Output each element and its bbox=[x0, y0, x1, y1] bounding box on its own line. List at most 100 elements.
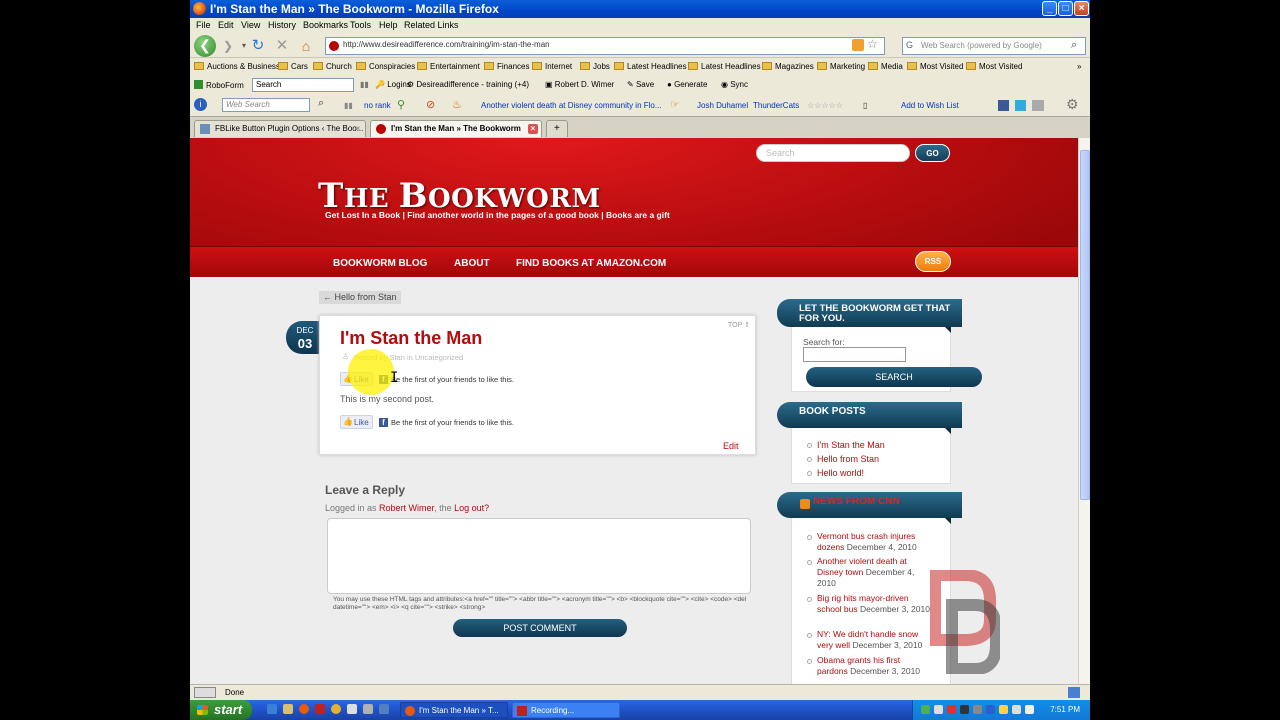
back-button[interactable]: ❮ bbox=[194, 35, 216, 57]
post-title[interactable]: I'm Stan the Man bbox=[340, 328, 482, 349]
home-icon[interactable]: ⌂ bbox=[296, 37, 316, 55]
tray-icon[interactable] bbox=[973, 705, 982, 714]
search-icon[interactable]: ⌕ bbox=[1071, 39, 1077, 52]
sidebar-post-link[interactable]: Hello from Stan bbox=[817, 454, 879, 464]
generate-button[interactable]: ● Generate bbox=[667, 80, 707, 89]
menu-edit[interactable]: Edit bbox=[218, 20, 234, 30]
block-icon[interactable]: ⊘ bbox=[426, 98, 435, 111]
roboform-search-input[interactable]: Search bbox=[252, 78, 354, 92]
status-icon[interactable] bbox=[194, 687, 216, 698]
sidebar-post-link[interactable]: I'm Stan the Man bbox=[817, 440, 885, 450]
top-link[interactable]: TOP ⇑ bbox=[728, 321, 750, 329]
minimize-button[interactable]: _ bbox=[1042, 1, 1057, 16]
link-icon[interactable]: ⚲ bbox=[397, 98, 405, 111]
sync-button[interactable]: ◉ Sync bbox=[721, 80, 748, 89]
quicklaunch-ie-icon[interactable] bbox=[267, 704, 277, 714]
nav-find-books[interactable]: FIND BOOKS AT AMAZON.COM bbox=[516, 258, 666, 269]
sidebar-search-button[interactable]: SEARCH bbox=[806, 367, 982, 387]
news-item[interactable]: Another violent death at Disney town Dec… bbox=[817, 556, 931, 589]
bookmark-item[interactable]: Marketing bbox=[817, 62, 865, 71]
quicklaunch-folder-icon[interactable] bbox=[283, 704, 293, 714]
tray-icon[interactable] bbox=[960, 705, 969, 714]
rss-feed-icon[interactable] bbox=[852, 39, 864, 51]
bookmark-item[interactable]: Latest Headlines bbox=[688, 62, 761, 71]
bookmark-item[interactable]: Entertainment bbox=[417, 62, 480, 71]
gear-icon[interactable]: ⚙ bbox=[1066, 96, 1079, 113]
pointer-icon[interactable]: ☞ bbox=[670, 98, 680, 111]
bookmark-item[interactable]: Church bbox=[313, 62, 352, 71]
rank-label[interactable]: no rank bbox=[364, 101, 391, 110]
reload-icon[interactable]: ↻ bbox=[248, 37, 268, 55]
nav-bookworm-blog[interactable]: BOOKWORM BLOG bbox=[333, 258, 427, 269]
menu-history[interactable]: History bbox=[268, 20, 296, 30]
comment-textarea[interactable] bbox=[327, 518, 751, 594]
bookmark-item[interactable]: Latest Headlines bbox=[614, 62, 687, 71]
site-search-go-button[interactable]: GO bbox=[915, 144, 950, 162]
rss-button[interactable]: RSS bbox=[915, 251, 951, 272]
tray-icon[interactable] bbox=[986, 705, 995, 714]
person-link[interactable]: Josh Duhamel bbox=[697, 101, 748, 110]
tray-icon[interactable] bbox=[1025, 705, 1034, 714]
tray-icon[interactable] bbox=[921, 705, 930, 714]
bookmark-item[interactable]: Media bbox=[868, 62, 903, 71]
tray-icon[interactable] bbox=[999, 705, 1008, 714]
site-search-input[interactable]: Search bbox=[756, 144, 910, 162]
add-to-wishlist-link[interactable]: Add to Wish List bbox=[901, 101, 959, 110]
profile-link[interactable]: Robert Wimer bbox=[379, 503, 434, 513]
addon-icon[interactable] bbox=[1068, 687, 1080, 698]
scrollbar-thumb[interactable] bbox=[1080, 150, 1090, 500]
logins-button[interactable]: 🔑 Logins bbox=[375, 80, 411, 89]
taskbar-firefox-task[interactable]: I'm Stan the Man » T... bbox=[400, 702, 508, 718]
tab-close-icon[interactable]: × bbox=[353, 124, 363, 134]
bookmarks-overflow-icon[interactable]: » bbox=[1077, 62, 1081, 71]
quicklaunch-app-icon[interactable] bbox=[315, 704, 325, 714]
sidebar-search-input[interactable] bbox=[803, 347, 906, 362]
start-button[interactable]: start bbox=[190, 700, 252, 720]
bookmark-item[interactable]: Most Visited bbox=[966, 62, 1022, 71]
new-tab-button[interactable]: + bbox=[546, 120, 568, 137]
roboform-button[interactable]: RoboForm bbox=[194, 80, 244, 90]
chart-icon[interactable]: ▮▮ bbox=[360, 80, 369, 89]
sidebar-post-link[interactable]: Hello world! bbox=[817, 468, 864, 478]
close-button[interactable]: × bbox=[1074, 1, 1089, 16]
bookmark-item[interactable]: Cars bbox=[278, 62, 308, 71]
tab-close-icon[interactable]: × bbox=[528, 124, 538, 134]
bookmark-item[interactable]: Most Visited bbox=[907, 62, 963, 71]
info-icon[interactable]: i bbox=[194, 98, 207, 111]
save-button[interactable]: ✎ Save bbox=[627, 80, 654, 89]
tray-icon[interactable] bbox=[947, 705, 956, 714]
news-item[interactable]: Obama grants his first pardons December … bbox=[817, 655, 931, 677]
book-icon[interactable]: ▯ bbox=[863, 101, 867, 110]
user-button[interactable]: ▣ Robert D. Wimer bbox=[545, 80, 614, 89]
quicklaunch-chrome-icon[interactable] bbox=[331, 704, 341, 714]
identity-button[interactable]: ⚙ Desireadifference - training (+4) bbox=[407, 80, 529, 89]
menu-bookmarks[interactable]: Bookmarks bbox=[303, 20, 348, 30]
quicklaunch-app-icon[interactable] bbox=[363, 704, 373, 714]
twitter-icon[interactable] bbox=[1015, 100, 1026, 111]
logout-link[interactable]: Log out? bbox=[454, 503, 489, 513]
share-icon[interactable] bbox=[1032, 100, 1044, 111]
menu-tools[interactable]: Tools bbox=[350, 20, 371, 30]
menu-help[interactable]: Help bbox=[379, 20, 398, 30]
news-item[interactable]: NY: We didn't handle snow very well Dece… bbox=[817, 629, 931, 651]
menu-file[interactable]: File bbox=[196, 20, 211, 30]
bookmark-item[interactable]: Finances bbox=[484, 62, 529, 71]
maximize-button[interactable]: □ bbox=[1058, 1, 1073, 16]
tab-fblike[interactable]: FBLike Button Plugin Options ‹ The Boo..… bbox=[194, 120, 366, 137]
quicklaunch-app-icon[interactable] bbox=[379, 704, 389, 714]
bookmark-item[interactable]: Conspiracies bbox=[356, 62, 415, 71]
bookmark-item[interactable]: Auctions & Business bbox=[194, 62, 280, 71]
post-comment-button[interactable]: POST COMMENT bbox=[453, 619, 627, 637]
news-ticker-link[interactable]: Another violent death at Disney communit… bbox=[481, 101, 662, 110]
news-item[interactable]: Vermont bus crash injures dozens Decembe… bbox=[817, 531, 931, 553]
previous-post-link[interactable]: ← Hello from Stan bbox=[319, 291, 401, 304]
fire-icon[interactable]: ♨ bbox=[452, 98, 462, 111]
nav-about[interactable]: ABOUT bbox=[454, 258, 490, 269]
vertical-scrollbar[interactable] bbox=[1078, 138, 1090, 684]
tab-bookworm[interactable]: I'm Stan the Man » The Bookworm × bbox=[370, 120, 542, 137]
facebook-icon[interactable] bbox=[998, 100, 1009, 111]
tray-icon[interactable] bbox=[934, 705, 943, 714]
volume-icon[interactable] bbox=[1012, 705, 1021, 714]
bookmark-star-icon[interactable]: ☆ bbox=[867, 37, 878, 51]
menu-related-links[interactable]: Related Links bbox=[404, 20, 459, 30]
